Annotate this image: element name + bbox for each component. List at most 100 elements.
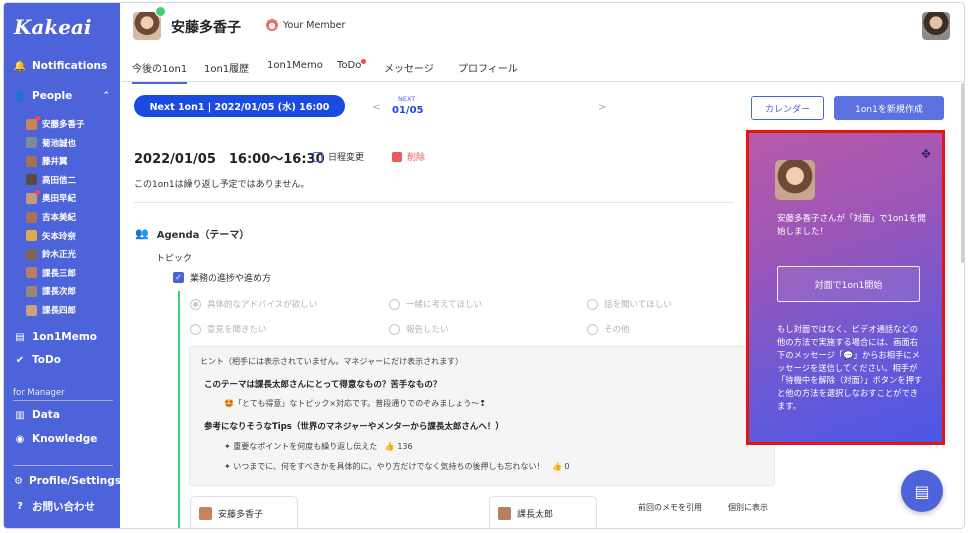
- show-individually-link[interactable]: 個別に表示: [728, 502, 768, 513]
- check-icon: ✓: [173, 272, 184, 283]
- sidebar-item-label: Knowledge: [32, 433, 98, 445]
- tab-upcoming[interactable]: 今後の1on1: [132, 60, 188, 84]
- topic-indicator-line: [178, 291, 180, 528]
- divider: [13, 400, 113, 401]
- check-circle-icon: ✔: [15, 354, 25, 366]
- reschedule-button[interactable]: 日程変更: [313, 150, 364, 163]
- sidebar-member-item[interactable]: 藤井翼: [26, 155, 68, 167]
- member-name: 吉本美紀: [42, 213, 77, 223]
- hint-header: ヒント（相手には表示されていません。マネジャーにだけ表示されます）: [200, 357, 464, 366]
- start-in-person-button[interactable]: 対面で1on1開始: [777, 266, 920, 302]
- trash-icon: [392, 151, 402, 162]
- new-1on1-button[interactable]: 1on1を新規作成: [834, 96, 944, 120]
- sidebar-member-item[interactable]: 安藤多香子: [26, 115, 85, 130]
- delete-button[interactable]: 削除: [392, 150, 425, 163]
- topic-label: トピック: [156, 254, 193, 264]
- delete-label: 削除: [407, 153, 426, 163]
- sidebar-item-people[interactable]: 👤 People ⌃: [4, 90, 120, 102]
- sidebar-member-item[interactable]: 吉本美紀: [26, 211, 76, 223]
- avatar: [199, 507, 212, 520]
- sidebar-member-item[interactable]: 課長三郎: [26, 267, 76, 279]
- pager-date: 01/05: [392, 105, 424, 116]
- sidebar-item-label: People: [32, 90, 73, 102]
- sidebar-item-profile[interactable]: ⚙ Profile/Settings: [4, 475, 121, 487]
- sidebar-member-item[interactable]: 課長四郎: [26, 304, 76, 316]
- chevron-left-icon[interactable]: <: [372, 102, 380, 113]
- person-icon: ●: [266, 19, 278, 31]
- tab-messages[interactable]: メッセージ: [384, 60, 434, 75]
- avatar: [26, 155, 37, 167]
- thumbs-up-icon[interactable]: 👍: [385, 442, 395, 451]
- person-icon: 👤: [13, 90, 27, 102]
- scrollbar[interactable]: [961, 83, 964, 263]
- tab-bar: 今後の1on1 1on1履歴 1on1Memo ToDo メッセージ プロフィー…: [122, 52, 964, 84]
- memo-tab-manager[interactable]: 課長太郎: [489, 496, 597, 528]
- chart-icon: ▥: [15, 409, 25, 421]
- in-person-start-card: ✥ 安藤多香子さんが「対面」で1on1を開始しました！ 対面で1on1開始 もし…: [746, 130, 945, 445]
- member-name: 菊池誠也: [42, 138, 77, 149]
- option-radio[interactable]: 一緒に考えてほしい: [389, 298, 482, 310]
- option-radio[interactable]: その他: [587, 323, 630, 335]
- option-radio[interactable]: 話を聞いてほしい: [587, 298, 672, 310]
- member-avatar: [775, 160, 815, 200]
- sidebar-item-knowledge[interactable]: ◉ Knowledge: [4, 433, 120, 445]
- tab-memo[interactable]: 1on1Memo: [267, 60, 323, 71]
- sidebar-member-item[interactable]: 課長次郎: [26, 285, 76, 297]
- sidebar-member-item[interactable]: 矢本玲奈: [26, 230, 76, 242]
- globe-icon: ◉: [15, 433, 25, 445]
- member-name: 鈴木正光: [42, 250, 77, 261]
- move-icon[interactable]: ✥: [921, 147, 931, 161]
- member-badge-label: Your Member: [283, 19, 346, 31]
- sidebar-member-item[interactable]: 高田信二: [26, 174, 76, 186]
- hint-question: このテーマは課長太郎さんにとって得意なもの？苦手なもの？: [204, 380, 442, 390]
- option-label: 話を聞いてほしい: [604, 300, 672, 310]
- sidebar-item-label: 1on1Memo: [32, 331, 98, 343]
- app-logo: Kakeai: [14, 15, 92, 39]
- sidebar-member-item[interactable]: 鈴木正光: [26, 248, 76, 260]
- chevron-up-icon[interactable]: ⌃: [102, 91, 110, 101]
- sidebar-item-todo[interactable]: ✔ ToDo: [4, 354, 120, 366]
- avatar: [26, 230, 37, 242]
- hint-box: ヒント（相手には表示されていません。マネジャーにだけ表示されます） このテーマは…: [189, 346, 775, 486]
- option-radio[interactable]: 報告したい: [389, 323, 449, 335]
- tab-todo[interactable]: ToDo: [337, 59, 367, 71]
- sidebar-item-notifications[interactable]: 🔔 Notifications: [4, 60, 120, 72]
- calendar-button[interactable]: カレンダー: [751, 96, 824, 120]
- sidebar-item-memo[interactable]: ▤ 1on1Memo: [4, 331, 120, 343]
- chat-button[interactable]: ▤: [901, 470, 943, 512]
- topic-checkbox[interactable]: ✓ 業務の進捗や進め方: [173, 271, 271, 284]
- member-name: 課長次郎: [42, 287, 77, 298]
- member-name: 課長四郎: [42, 306, 77, 316]
- avatar: [26, 174, 37, 186]
- member-badge: ● Your Member: [266, 19, 345, 31]
- radio-circle: [389, 323, 400, 335]
- next-1on1-pill[interactable]: Next 1on1 | 2022/01/05 (水) 16:00: [134, 95, 345, 117]
- memo-tab-label: 安藤多香子: [218, 510, 264, 520]
- quote-previous-memo-link[interactable]: 前回のメモを引用: [638, 502, 702, 513]
- user-avatar[interactable]: [922, 12, 950, 40]
- avatar: [498, 507, 511, 520]
- memo-tab-member[interactable]: 安藤多香子: [190, 496, 298, 528]
- sidebar-member-item[interactable]: 菊池誠也: [26, 137, 76, 149]
- sidebar-item-label: Profile/Settings: [28, 475, 121, 487]
- thumbs-up-icon[interactable]: 👍: [552, 462, 562, 471]
- sidebar-item-data[interactable]: ▥ Data: [4, 409, 120, 421]
- hint-answer: 🤩「とても得意」なトピック×対応です。普段通りでのぞみましょう〜❢: [224, 399, 486, 408]
- chevron-right-icon[interactable]: >: [598, 102, 606, 113]
- tab-profile[interactable]: プロフィール: [458, 60, 518, 75]
- tab-history[interactable]: 1on1履歴: [204, 60, 249, 75]
- calendar-icon: [313, 151, 323, 162]
- question-icon: ?: [17, 501, 23, 512]
- meeting-datetime: 2022/01/05 16:00〜16:30: [134, 152, 325, 167]
- online-indicator: [155, 6, 166, 17]
- notification-dot: [35, 189, 40, 195]
- reschedule-label: 日程変更: [328, 153, 365, 163]
- sidebar-item-contact[interactable]: ? お問い合わせ: [4, 499, 120, 514]
- sidebar-member-item[interactable]: 奥田早紀: [26, 189, 76, 204]
- tab-label: ToDo: [337, 60, 362, 71]
- option-radio[interactable]: 具体的なアドバイスが欲しい: [190, 298, 317, 310]
- avatar: [26, 137, 37, 149]
- avatar: [26, 189, 40, 204]
- tip-item: ✦ 重要なポイントを何度も繰り返し伝えた 👍 136: [224, 441, 413, 452]
- option-radio[interactable]: 意見を聞きたい: [190, 323, 267, 335]
